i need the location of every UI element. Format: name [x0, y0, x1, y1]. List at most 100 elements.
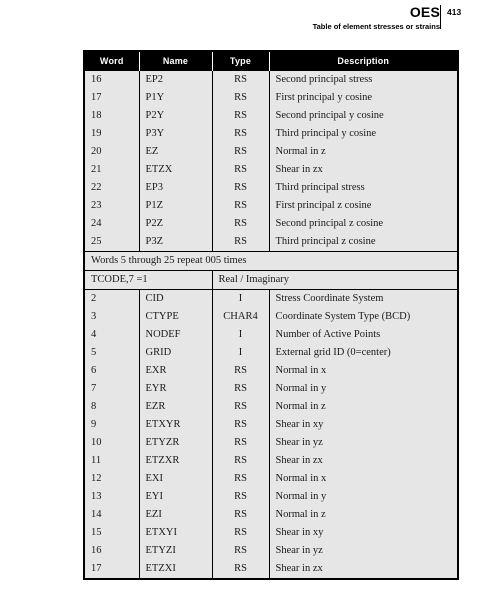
cell-type: RS: [212, 215, 270, 233]
cell-name: GRID: [139, 344, 213, 362]
page-subtitle: Table of element stresses or strains: [312, 22, 440, 31]
table-row: 14 EZI RS Normal in z: [84, 506, 458, 524]
cell-type: RS: [212, 233, 270, 252]
cell-name: P2Z: [139, 215, 213, 233]
table-row: 17 P1Y RS First principal y cosine: [84, 89, 458, 107]
cell-description: Normal in x: [275, 365, 327, 376]
page-number: 413: [447, 7, 462, 17]
spec-table-wrapper: Word Name Type Description 16 EP2 RS Sec…: [83, 50, 459, 580]
cell-description: Number of Active Points: [275, 329, 381, 340]
cell-word: 12: [84, 470, 140, 488]
cell-name: P3Z: [139, 233, 213, 252]
cell-type: RS: [212, 452, 270, 470]
header-divider: [440, 5, 441, 29]
table-row: 6 EXR RS Normal in x: [84, 362, 458, 380]
cell-name: P1Y: [139, 89, 213, 107]
cell-type: RS: [212, 470, 270, 488]
cell-name: EP2: [139, 71, 213, 89]
cell-description: Normal in y: [275, 491, 327, 502]
table-row: 17 ETZXI RS Shear in zx: [84, 560, 458, 579]
cell-description: Normal in z: [275, 509, 326, 520]
cell-description: Shear in zx: [275, 164, 323, 175]
cell-word: 17: [84, 560, 140, 579]
cell-name: ETYZI: [139, 542, 213, 560]
cell-name: EXI: [139, 470, 213, 488]
cell-name: P1Z: [139, 197, 213, 215]
cell-type: RS: [212, 380, 270, 398]
table-row: 4 NODEF I Number of Active Points: [84, 326, 458, 344]
cell-type: RS: [212, 71, 270, 89]
cell-description: Stress Coordinate System: [269, 289, 458, 308]
cell-type: RS: [212, 416, 270, 434]
table-row: 18 P2Y RS Second principal y cosine: [84, 107, 458, 125]
cell-word: 9: [84, 416, 140, 434]
cell-word: 23: [84, 197, 140, 215]
table-row: 21 ETZX RS Shear in zx: [84, 161, 458, 179]
header-title-block: OES Table of element stresses or strains: [60, 4, 440, 32]
cell-description: Shear in zx: [275, 455, 323, 466]
cell-name: CTYPE: [139, 308, 213, 326]
column-header-word: Word: [84, 51, 140, 71]
cell-description: Normal in z: [275, 401, 326, 412]
cell-name: EZ: [139, 143, 213, 161]
table-row: 16 ETYZI RS Shear in yz: [84, 542, 458, 560]
cell-description: Normal in z: [275, 146, 326, 157]
table-row: 11 ETZXR RS Shear in zx: [84, 452, 458, 470]
element-stress-table: Word Name Type Description 16 EP2 RS Sec…: [83, 50, 459, 580]
cell-description: First principal z cosine: [275, 200, 372, 211]
cell-type: RS: [212, 107, 270, 125]
cell-description: Coordinate System Type (BCD): [275, 311, 411, 322]
cell-type: RS: [212, 161, 270, 179]
cell-word: 22: [84, 179, 140, 197]
cell-word: 3: [84, 308, 140, 326]
cell-type: CHAR4: [212, 308, 270, 326]
cell-name: P3Y: [139, 125, 213, 143]
table-row: 20 EZ RS Normal in z: [84, 143, 458, 161]
cell-description: Third principal z cosine: [275, 236, 376, 247]
cell-type: I: [212, 289, 270, 308]
cell-word: 17: [84, 89, 140, 107]
cell-word: 8: [84, 398, 140, 416]
cell-word: 14: [84, 506, 140, 524]
table-row: 10 ETYZR RS Shear in yz: [84, 434, 458, 452]
cell-type: RS: [212, 89, 270, 107]
cell-description: Normal in x: [275, 473, 327, 484]
table-row: 13 EYI RS Normal in y: [84, 488, 458, 506]
cell-name: EYI: [139, 488, 213, 506]
tcode-condition: TCODE,7 =1: [84, 270, 213, 290]
cell-type: I: [212, 326, 270, 344]
cell-word: 4: [84, 326, 140, 344]
cell-type: RS: [212, 524, 270, 542]
cell-name: ETYZR: [139, 434, 213, 452]
table-row: 5 GRID I External grid ID (0=center): [84, 344, 458, 362]
table-row: 8 EZR RS Normal in z: [84, 398, 458, 416]
column-header-type: Type: [212, 51, 270, 71]
table-row: 15 ETXYI RS Shear in xy: [84, 524, 458, 542]
cell-description: Shear in xy: [275, 527, 324, 538]
table-row: 23 P1Z RS First principal z cosine: [84, 197, 458, 215]
cell-name: EZI: [139, 506, 213, 524]
cell-name: EZR: [139, 398, 213, 416]
cell-word: 11: [84, 452, 140, 470]
cell-description: External grid ID (0=center): [275, 347, 391, 358]
cell-type: RS: [212, 506, 270, 524]
cell-name: NODEF: [139, 326, 213, 344]
page-running-header: OES Table of element stresses or strains…: [0, 0, 500, 40]
repeat-note: Words 5 through 25 repeat 005 times: [84, 251, 459, 271]
cell-word: 10: [84, 434, 140, 452]
cell-description: Third principal y cosine: [275, 128, 377, 139]
cell-word: 20: [84, 143, 140, 161]
table-row: 2 CID I Stress Coordinate System: [84, 289, 458, 308]
table-row: 3 CTYPE CHAR4 Coordinate System Type (BC…: [84, 308, 458, 326]
cell-word: 7: [84, 380, 140, 398]
table-row: 24 P2Z RS Second principal z cosine: [84, 215, 458, 233]
cell-type: RS: [212, 197, 270, 215]
cell-description: Second principal y cosine: [275, 110, 384, 121]
table-header-row: Word Name Type Description: [84, 51, 458, 71]
column-header-description: Description: [269, 51, 458, 71]
table-row: 19 P3Y RS Third principal y cosine: [84, 125, 458, 143]
cell-type: RS: [212, 143, 270, 161]
cell-type: RS: [212, 398, 270, 416]
page-title: OES: [409, 4, 440, 20]
cell-description: Shear in yz: [275, 437, 323, 448]
